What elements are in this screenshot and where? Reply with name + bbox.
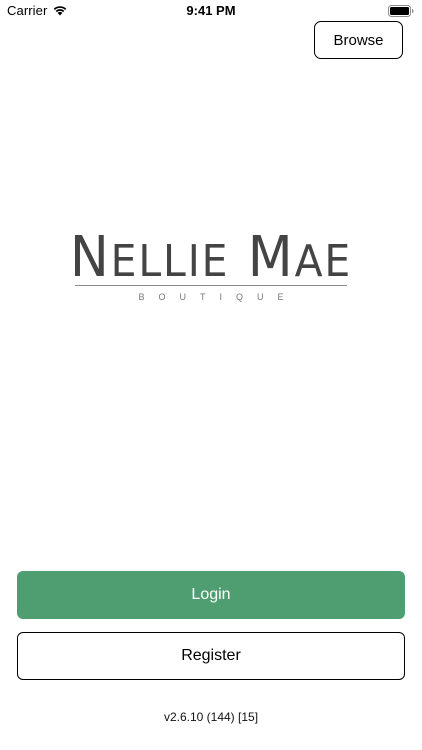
logo-divider xyxy=(75,285,347,286)
login-button[interactable]: Login xyxy=(17,571,405,619)
logo-wordmark: NELLIE MAE xyxy=(69,225,353,290)
brand-logo: NELLIE MAE BOUTIQUE xyxy=(58,226,364,306)
register-label: Register xyxy=(181,647,241,664)
browse-button[interactable]: Browse xyxy=(314,21,403,59)
status-time: 9:41 PM xyxy=(186,3,236,18)
browse-label: Browse xyxy=(333,31,384,49)
login-label: Login xyxy=(191,586,231,603)
version-label: v2.6.10 (144) [15] xyxy=(163,710,259,724)
status-bar: Carrier 9:41 PM xyxy=(0,0,422,22)
register-button[interactable]: Register xyxy=(17,632,405,680)
battery-icon xyxy=(388,5,414,17)
logo-subtitle: BOUTIQUE xyxy=(138,292,298,302)
